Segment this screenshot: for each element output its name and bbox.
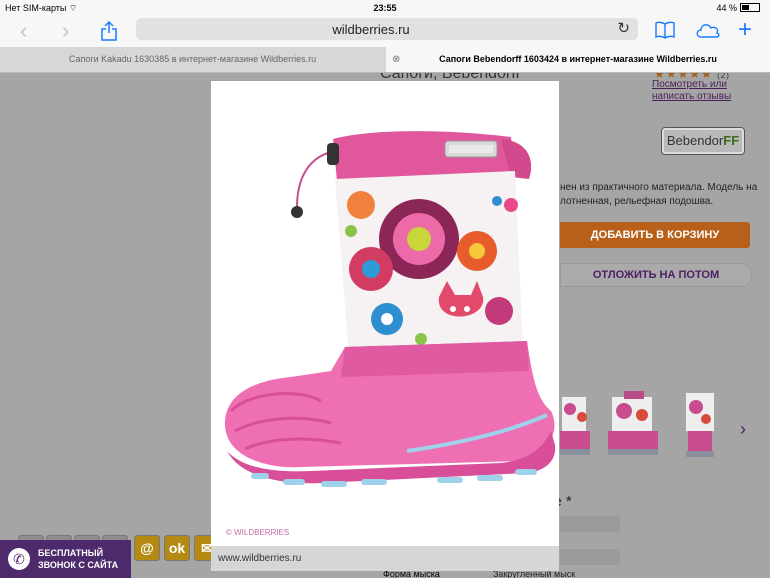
thumbnail[interactable]: [606, 389, 662, 459]
tab-bar: Сапоги Kakadu 1630385 в интернет-магазин…: [0, 47, 770, 73]
forward-icon[interactable]: ›: [62, 20, 69, 42]
sole-tread: [515, 469, 537, 475]
clock: 23:55: [373, 3, 397, 13]
status-bar: Нет SIM-карты ⌔ 23:55 44 %: [0, 0, 770, 17]
dot-print: [492, 196, 502, 206]
close-tab-icon[interactable]: ⊗: [392, 47, 400, 72]
reviews-link[interactable]: Посмотреть или написать отзывы: [652, 79, 731, 103]
image-watermark: © WILDBERRIES: [226, 528, 290, 537]
address-bar[interactable]: wildberries.ru ↻: [136, 18, 638, 40]
product-description: нен из практичного материала. Модель на …: [560, 182, 758, 207]
image-lightbox[interactable]: © WILDBERRIES www.wildberries.ru: [211, 81, 559, 571]
flower-print: [407, 227, 431, 251]
url-text: wildberries.ru: [332, 22, 410, 37]
lightbox-url-bar: www.wildberries.ru: [211, 546, 559, 571]
flower-print: [381, 313, 393, 325]
sole-tread: [283, 479, 305, 485]
brand-tag-label: [449, 145, 493, 153]
dot-print: [415, 333, 427, 345]
sole-tread: [361, 479, 387, 485]
flower-print: [347, 191, 375, 219]
dot-print: [345, 225, 357, 237]
add-to-cart-button[interactable]: ДОБАВИТЬ В КОРЗИНУ: [560, 222, 750, 248]
sole-tread: [321, 481, 347, 487]
tab-title: Сапоги Kakadu 1630385 в интернет-магазин…: [68, 54, 317, 64]
free-call-button[interactable]: ✆ БЕСПЛАТНЫЙ ЗВОНОК С САЙТА: [0, 540, 131, 578]
flower-print: [362, 260, 380, 278]
new-tab-icon[interactable]: +: [738, 18, 752, 42]
back-icon[interactable]: ‹: [20, 20, 27, 42]
flower-print: [485, 297, 513, 325]
boot-collar: [341, 341, 529, 377]
fox-print: [464, 306, 470, 312]
product-image: [224, 131, 556, 487]
brand-name-suffix: FF: [723, 133, 740, 148]
share-icon[interactable]: [100, 20, 118, 46]
share-ok-icon[interactable]: ok: [164, 535, 190, 561]
cord-lock: [327, 143, 339, 165]
flower-print: [469, 243, 485, 259]
cord-end: [291, 206, 303, 218]
dot-print: [504, 198, 518, 212]
sole-tread: [477, 475, 503, 481]
save-for-later-button[interactable]: ОТЛОЖИТЬ НА ПОТОМ: [560, 263, 752, 287]
icloud-tabs-icon[interactable]: [694, 20, 722, 44]
browser-toolbar: ‹ › wildberries.ru ↻ +: [0, 17, 770, 47]
form-field[interactable]: [560, 516, 620, 532]
sole-tread: [437, 477, 463, 483]
callback-label: БЕСПЛАТНЫЙ ЗВОНОК С САЙТА: [38, 548, 119, 570]
reload-icon[interactable]: ↻: [617, 19, 630, 37]
brand-name: Bebendor: [666, 133, 724, 148]
tab-kakadu[interactable]: Сапоги Kakadu 1630385 в интернет-магазин…: [0, 47, 385, 72]
sole-tread: [251, 473, 269, 479]
phone-icon: ✆: [8, 548, 30, 570]
fox-print: [450, 306, 456, 312]
share-mail-icon[interactable]: @: [134, 535, 160, 561]
tab-title: Сапоги Bebendorff 1603424 в интернет-маг…: [439, 54, 717, 64]
thumbnail[interactable]: [676, 389, 732, 459]
battery-icon: [740, 3, 760, 12]
battery-status: 44 %: [716, 3, 760, 13]
brand-logo[interactable]: BebendorFF: [661, 127, 745, 155]
chevron-right-icon[interactable]: ›: [740, 419, 746, 440]
tab-bebendorff[interactable]: ⊗ Сапоги Bebendorff 1603424 в интернет-м…: [386, 47, 770, 72]
form-field[interactable]: [560, 549, 620, 565]
bookmarks-icon[interactable]: [654, 20, 676, 44]
